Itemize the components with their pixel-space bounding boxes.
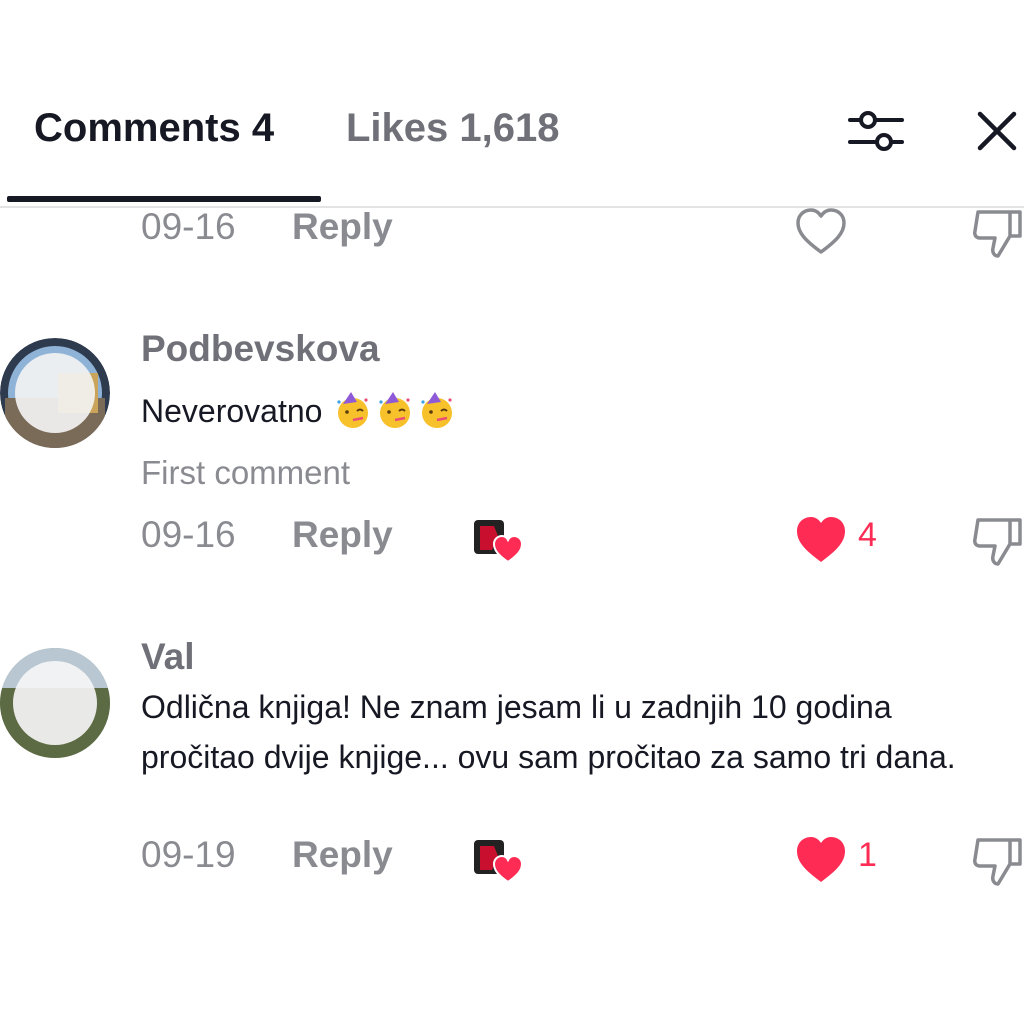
liked-by-creator-icon — [474, 520, 524, 564]
like-count: 1 — [858, 836, 877, 874]
like-count: 4 — [858, 516, 877, 554]
tab-comments[interactable]: Comments 4 — [34, 106, 274, 151]
dislike-thumb-icon[interactable] — [970, 206, 1024, 262]
partying-face-emoji — [379, 392, 411, 428]
comment-meta-row: 09-19 Reply 1 — [0, 834, 1024, 894]
comment-meta-row: 09-16 Reply 4 — [0, 514, 1024, 574]
comment-date: 09-19 — [141, 834, 236, 875]
first-comment-badge: First comment — [141, 454, 351, 491]
filter-sliders-icon[interactable] — [848, 110, 904, 152]
reply-button[interactable]: Reply — [292, 206, 393, 248]
comment-username[interactable]: Podbevskova — [141, 328, 380, 366]
heart-filled-icon[interactable] — [794, 514, 848, 566]
comment-username[interactable]: Val — [141, 636, 195, 670]
dislike-thumb-icon[interactable] — [970, 514, 1024, 570]
heart-filled-icon[interactable] — [794, 834, 848, 886]
tab-likes[interactable]: Likes 1,618 — [346, 106, 560, 151]
avatar[interactable] — [0, 338, 110, 448]
reply-button[interactable]: Reply — [292, 514, 393, 556]
reply-button[interactable]: Reply — [292, 834, 393, 876]
dislike-thumb-icon[interactable] — [970, 834, 1024, 890]
partying-face-emoji — [337, 392, 369, 428]
avatar[interactable] — [0, 648, 110, 758]
liked-by-creator-icon — [474, 840, 524, 884]
partying-face-emoji — [421, 392, 453, 428]
avatar-photo — [0, 648, 110, 758]
active-tab-indicator — [7, 196, 321, 202]
comment-date: 09-16 — [141, 514, 236, 555]
avatar-photo — [0, 338, 110, 448]
comment-meta-row: 09-16 Reply — [0, 206, 1024, 266]
comment-date: 09-16 — [141, 206, 236, 247]
comment-text: Odlična knjiga! Ne znam jesam li u zadnj… — [141, 689, 956, 775]
heart-outline-icon[interactable] — [794, 206, 848, 258]
comment-text-body: Neverovatno — [141, 393, 323, 429]
comment-text: Neverovatno — [141, 386, 981, 436]
comments-panel: Comments 4 Likes 1,618 09-16 Reply Podbe… — [0, 0, 1024, 1024]
close-icon[interactable] — [974, 108, 1020, 154]
